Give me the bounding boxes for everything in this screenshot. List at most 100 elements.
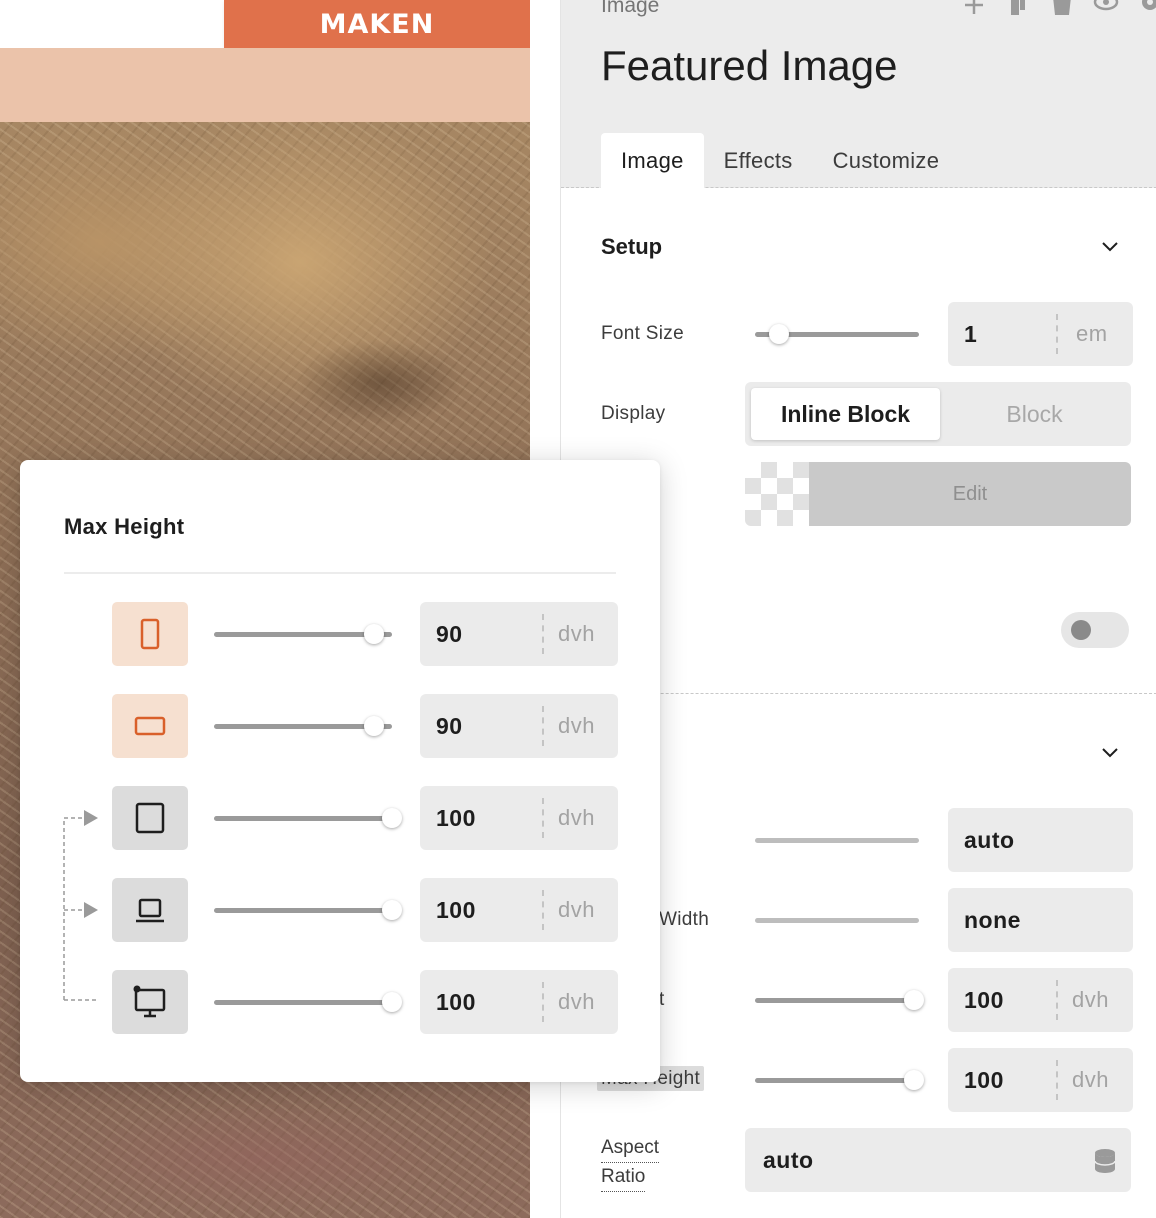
height-field[interactable]: 100 dvh: [948, 968, 1133, 1032]
height-unit[interactable]: dvh: [1072, 968, 1109, 1032]
mobile-portrait-field[interactable]: 90 dvh: [420, 602, 618, 666]
gear-icon[interactable]: [1137, 0, 1156, 16]
panel-title: Featured Image: [601, 42, 898, 89]
background-color-swatch[interactable]: [745, 462, 809, 526]
field-separator: [542, 614, 544, 654]
slider-track: [214, 816, 392, 821]
display-block-option[interactable]: Block: [940, 388, 1129, 440]
height-value[interactable]: 100: [964, 968, 1004, 1032]
field-separator: [1056, 980, 1058, 1020]
font-size-value[interactable]: 1: [964, 302, 977, 366]
slider-track: [755, 1078, 919, 1083]
aspect-ratio-value[interactable]: auto: [763, 1128, 814, 1192]
setting-toggle[interactable]: [1061, 612, 1129, 648]
aspect-ratio-label: Aspect Ratio: [601, 1134, 660, 1192]
mobile-landscape-device-button[interactable]: [112, 694, 188, 758]
slider-thumb[interactable]: [382, 992, 402, 1012]
aspect-ratio-label-line1: Aspect: [601, 1134, 660, 1163]
mobile-portrait-icon: [140, 618, 160, 650]
copy-icon[interactable]: [1005, 0, 1031, 16]
field-unit[interactable]: dvh: [558, 694, 595, 758]
mobile-portrait-device-button[interactable]: [112, 602, 188, 666]
laptop-slider[interactable]: [214, 900, 402, 920]
desktop-icon: [133, 985, 166, 1018]
trash-icon[interactable]: [1049, 0, 1075, 16]
max-height-field[interactable]: 100 dvh: [948, 1048, 1133, 1112]
field-value[interactable]: 100: [436, 878, 476, 942]
slider-thumb[interactable]: [769, 324, 789, 344]
field-separator: [1056, 1060, 1058, 1100]
slider-thumb[interactable]: [364, 716, 384, 736]
slider-track: [755, 918, 919, 923]
width-slider[interactable]: [755, 830, 919, 850]
field-value[interactable]: 100: [436, 970, 476, 1034]
panel-header: Image Featured Image Image Effects Custo…: [561, 0, 1156, 188]
field-separator: [1056, 314, 1058, 354]
laptop-device-button[interactable]: [112, 878, 188, 942]
chevron-down-icon[interactable]: [1100, 742, 1120, 762]
chevron-down-icon[interactable]: [1100, 236, 1120, 256]
tablet-icon: [135, 802, 165, 834]
add-icon[interactable]: [961, 0, 987, 16]
tablet-slider[interactable]: [214, 808, 402, 828]
canvas-header-area: [0, 0, 224, 48]
desktop-device-button[interactable]: [112, 970, 188, 1034]
max-height-slider[interactable]: [755, 1070, 924, 1090]
font-size-field[interactable]: 1 em: [948, 302, 1133, 366]
field-separator: [542, 982, 544, 1022]
aspect-ratio-field[interactable]: auto: [745, 1128, 1131, 1192]
field-unit[interactable]: dvh: [558, 786, 595, 850]
max-width-slider[interactable]: [755, 910, 919, 930]
laptop-field[interactable]: 100 dvh: [420, 878, 618, 942]
font-size-label: Font Size: [601, 323, 684, 344]
height-slider[interactable]: [755, 990, 924, 1010]
max-height-value[interactable]: 100: [964, 1048, 1004, 1112]
desktop-slider[interactable]: [214, 992, 402, 1012]
max-height-unit[interactable]: dvh: [1072, 1048, 1109, 1112]
field-separator: [542, 890, 544, 930]
tablet-field[interactable]: 100 dvh: [420, 786, 618, 850]
field-value[interactable]: 90: [436, 602, 463, 666]
aspect-ratio-label-line2: Ratio: [601, 1163, 646, 1192]
tablet-device-button[interactable]: [112, 786, 188, 850]
database-icon[interactable]: [1093, 1148, 1117, 1174]
font-size-unit[interactable]: em: [1076, 302, 1108, 366]
mobile-landscape-slider[interactable]: [214, 716, 392, 736]
maken-button[interactable]: MAKEN: [224, 0, 530, 48]
tab-image[interactable]: Image: [601, 133, 704, 188]
slider-thumb[interactable]: [904, 990, 924, 1010]
responsive-max-height-popover: Max Height 90 dvh 90 dvh 100 dvh 100 dvh…: [20, 460, 660, 1082]
display-toggle-group: Inline Block Block: [745, 382, 1131, 446]
slider-thumb[interactable]: [364, 624, 384, 644]
field-value[interactable]: 90: [436, 694, 463, 758]
field-unit[interactable]: dvh: [558, 602, 595, 666]
mobile-portrait-slider[interactable]: [214, 624, 392, 644]
width-field[interactable]: auto: [948, 808, 1133, 872]
popover-title: Max Height: [64, 514, 185, 539]
slider-track: [214, 908, 392, 913]
mobile-landscape-icon: [134, 716, 166, 736]
popover-divider: [64, 572, 616, 574]
setup-section-title[interactable]: Setup: [601, 234, 662, 260]
field-value[interactable]: 100: [436, 786, 476, 850]
panel-toolbar: [961, 0, 1156, 16]
slider-track: [214, 1000, 392, 1005]
font-size-slider[interactable]: [755, 324, 919, 344]
inheritance-connector: [63, 810, 98, 1001]
mobile-landscape-field[interactable]: 90 dvh: [420, 694, 618, 758]
background-edit-button[interactable]: Edit: [809, 462, 1131, 526]
slider-thumb[interactable]: [904, 1070, 924, 1090]
eye-icon[interactable]: [1093, 0, 1119, 16]
field-unit[interactable]: dvh: [558, 878, 595, 942]
canvas-band: [0, 48, 530, 122]
slider-thumb[interactable]: [382, 808, 402, 828]
desktop-field[interactable]: 100 dvh: [420, 970, 618, 1034]
max-width-field[interactable]: none: [948, 888, 1133, 952]
tab-effects[interactable]: Effects: [704, 133, 813, 188]
tab-customize[interactable]: Customize: [813, 133, 960, 188]
display-label: Display: [601, 403, 666, 424]
field-unit[interactable]: dvh: [558, 970, 595, 1034]
slider-thumb[interactable]: [382, 900, 402, 920]
slider-track: [755, 998, 919, 1003]
display-inline-block-option[interactable]: Inline Block: [751, 388, 940, 440]
